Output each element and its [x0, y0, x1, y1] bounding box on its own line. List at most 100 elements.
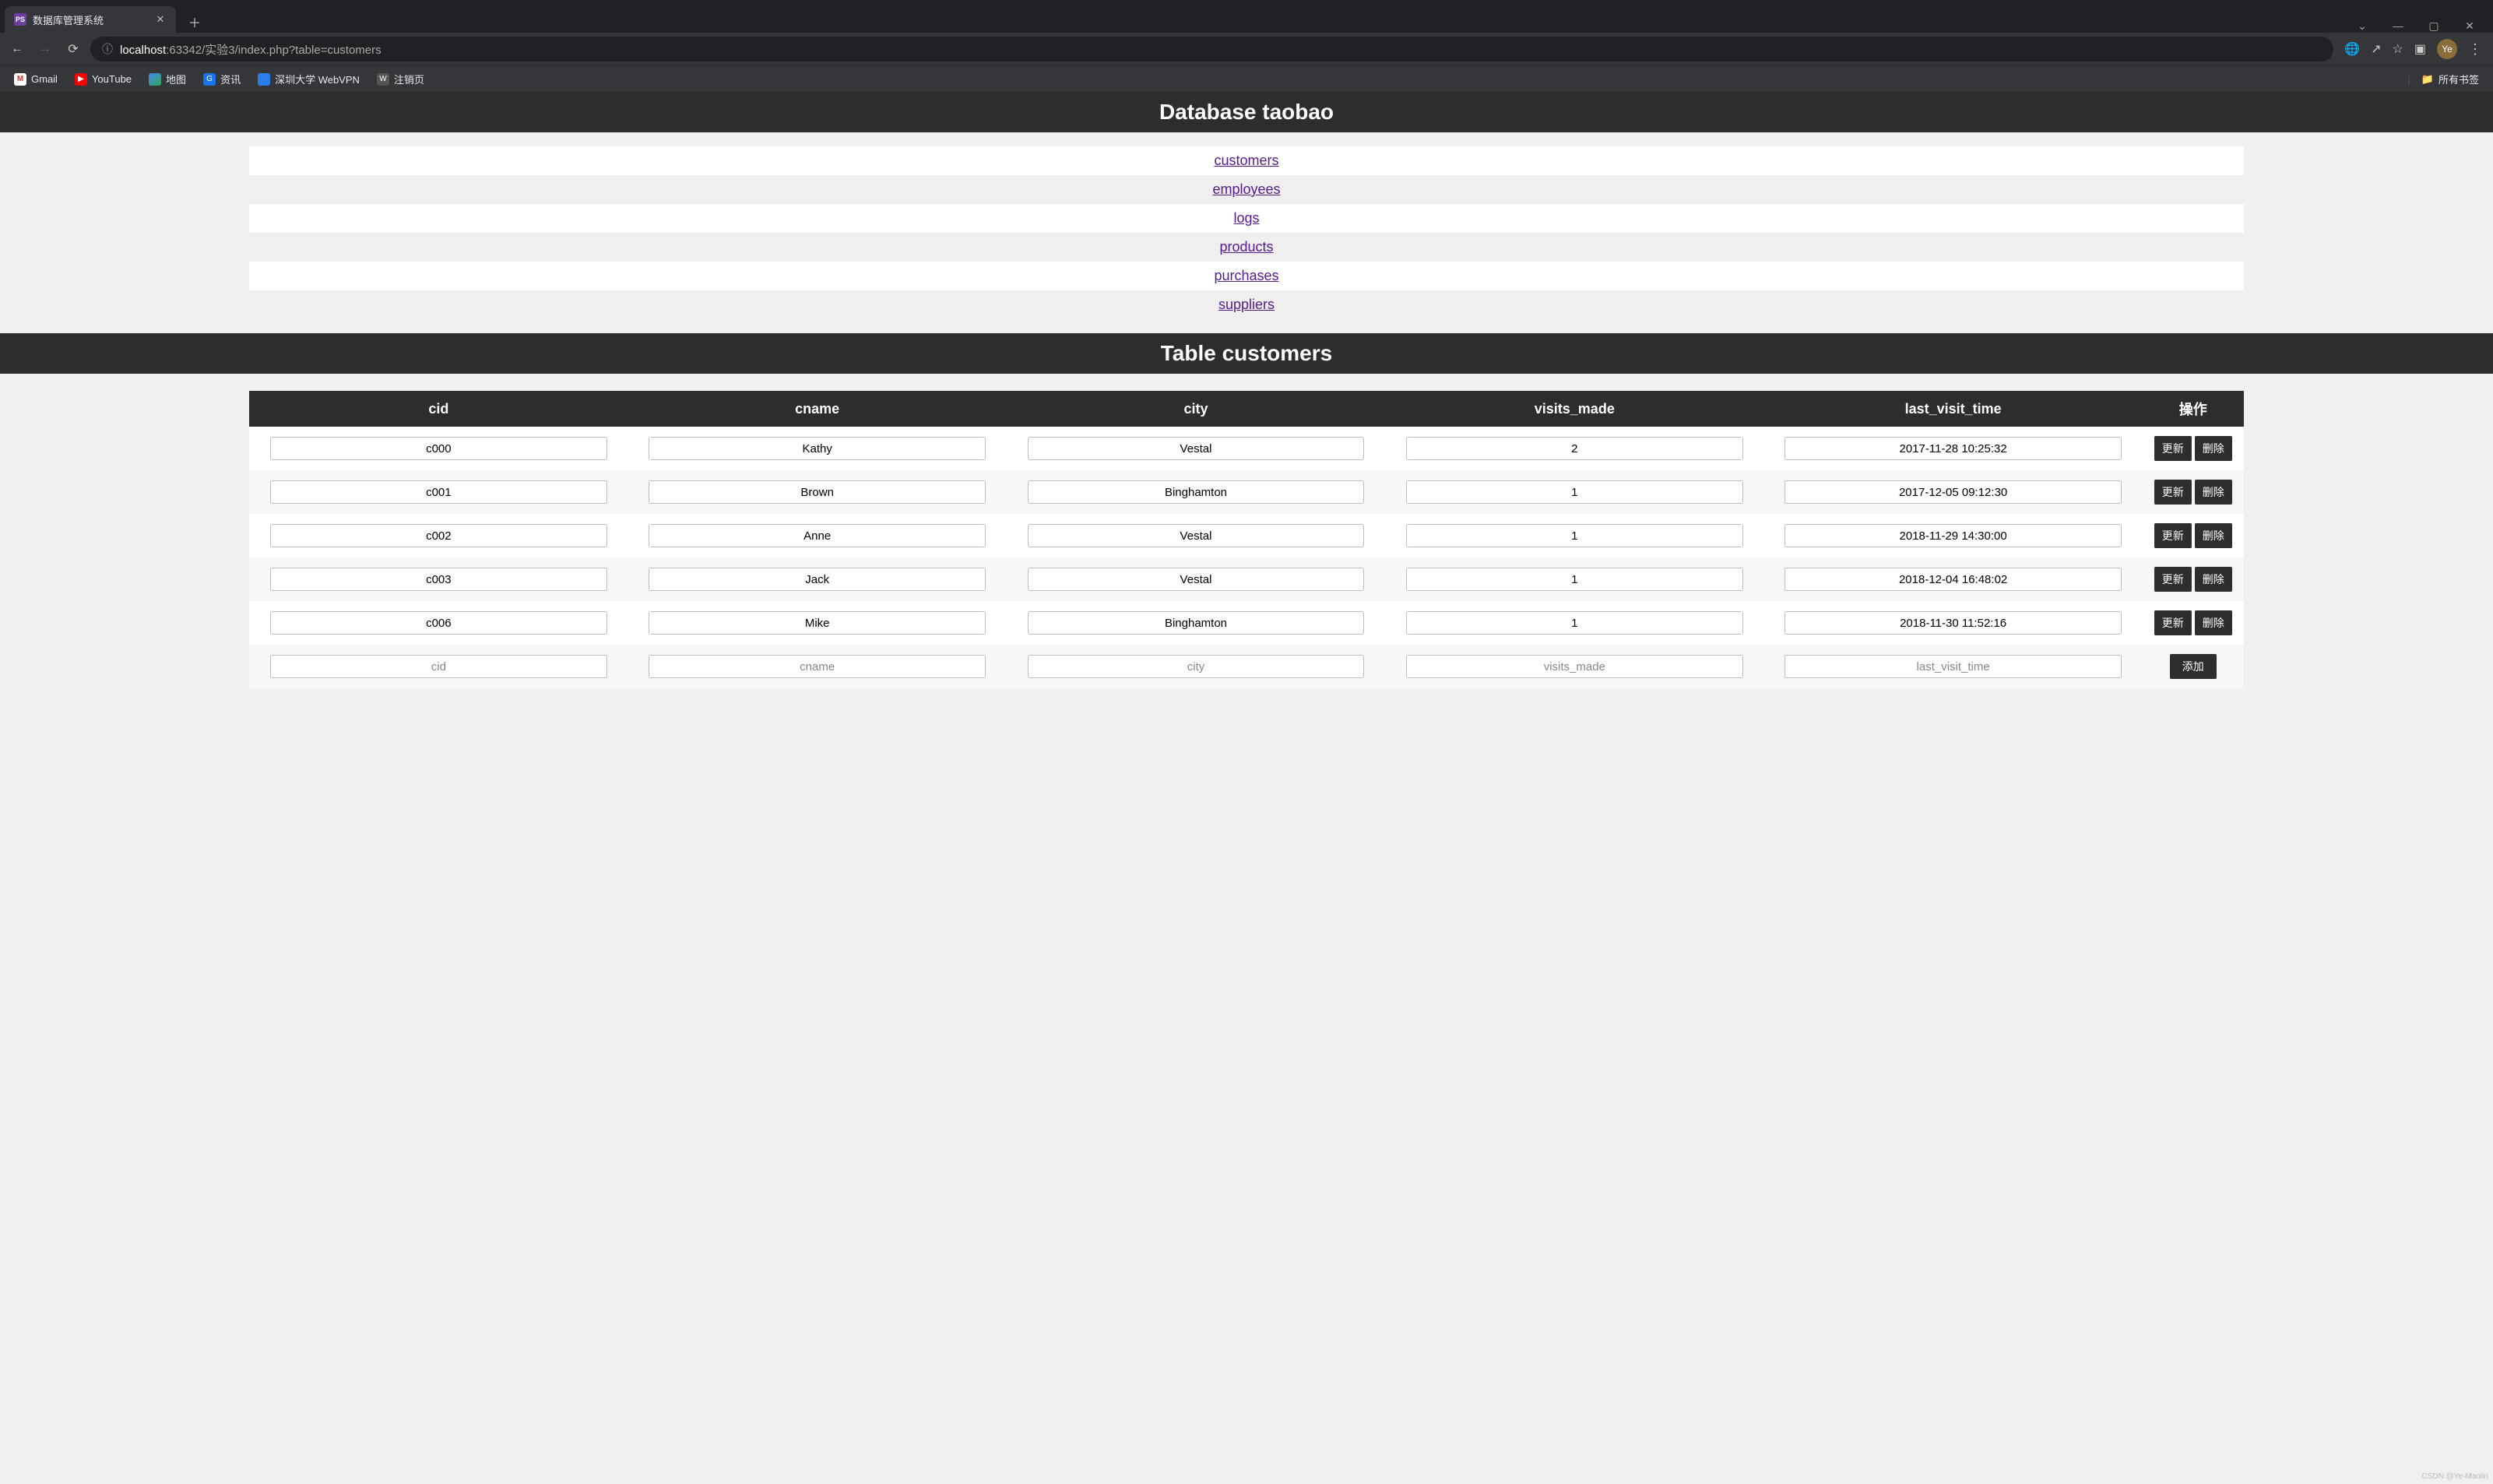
new-input-last_visit_time[interactable] — [1784, 655, 2122, 678]
table-link-row: customers — [249, 146, 2244, 175]
add-button[interactable]: 添加 — [2170, 654, 2217, 679]
bookmark-item[interactable]: W 注销页 — [371, 69, 431, 90]
column-header: last_visit_time — [1763, 391, 2142, 427]
bookmark-label: YouTube — [92, 73, 132, 85]
cell-input-city[interactable] — [1028, 437, 1365, 460]
window-close-button[interactable]: ✕ — [2459, 19, 2481, 33]
cell-input-last_visit_time[interactable] — [1784, 611, 2122, 635]
url-host: localhost — [120, 44, 166, 57]
folder-icon: 📁 — [2421, 73, 2434, 86]
update-button[interactable]: 更新 — [2154, 436, 2192, 461]
delete-button[interactable]: 删除 — [2195, 523, 2232, 548]
new-input-city[interactable] — [1028, 655, 1365, 678]
cell-input-cname[interactable] — [649, 480, 986, 504]
cell-input-city[interactable] — [1028, 568, 1365, 591]
window-maximize-button[interactable]: ▢ — [2423, 19, 2445, 33]
table-link[interactable]: customers — [1214, 153, 1278, 168]
chrome-menu-button[interactable]: ⋮ — [2468, 41, 2482, 58]
bookmark-label: 地图 — [166, 72, 186, 86]
bookmark-bar: MGmail▶YouTube地图G资讯深圳大学 WebVPNW注销页 | 📁 所… — [0, 65, 2493, 92]
cell-input-last_visit_time[interactable] — [1784, 524, 2122, 547]
cell-input-cname[interactable] — [649, 524, 986, 547]
update-button[interactable]: 更新 — [2154, 610, 2192, 635]
bookmark-item[interactable]: G资讯 — [197, 69, 247, 90]
browser-tab[interactable]: PS 数据库管理系统 ✕ — [5, 6, 176, 33]
address-bar[interactable]: ⓘ localhost:63342/实验3/index.php?table=cu… — [90, 37, 2333, 62]
table-link[interactable]: products — [1219, 239, 1273, 255]
bookmark-icon: W — [377, 73, 389, 86]
cell-input-visits_made[interactable] — [1406, 437, 1743, 460]
table-link-row: logs — [249, 204, 2244, 233]
nav-back-button[interactable]: ← — [6, 38, 28, 60]
new-input-cname[interactable] — [649, 655, 986, 678]
cell-input-city[interactable] — [1028, 611, 1365, 635]
new-input-visits_made[interactable] — [1406, 655, 1743, 678]
column-header: visits_made — [1385, 391, 1763, 427]
cell-input-cid[interactable] — [270, 480, 607, 504]
nav-reload-button[interactable]: ⟳ — [62, 38, 84, 60]
table-row: 更新删除 — [249, 557, 2244, 601]
db-heading: Database taobao — [0, 92, 2493, 132]
new-input-cid[interactable] — [270, 655, 607, 678]
window-dropdown-icon[interactable]: ⌄ — [2351, 19, 2373, 33]
delete-button[interactable]: 删除 — [2195, 480, 2232, 505]
window-minimize-button[interactable]: — — [2387, 19, 2409, 33]
bookmark-icon: G — [203, 73, 216, 86]
update-button[interactable]: 更新 — [2154, 480, 2192, 505]
delete-button[interactable]: 删除 — [2195, 567, 2232, 592]
update-button[interactable]: 更新 — [2154, 567, 2192, 592]
table-row: 更新删除 — [249, 601, 2244, 645]
cell-input-cname[interactable] — [649, 611, 986, 635]
share-icon[interactable]: ↗ — [2371, 41, 2381, 57]
table-link-row: suppliers — [249, 290, 2244, 319]
cell-input-cid[interactable] — [270, 524, 607, 547]
update-button[interactable]: 更新 — [2154, 523, 2192, 548]
bookmark-icon — [258, 73, 270, 86]
table-link-row: products — [249, 233, 2244, 262]
cell-input-last_visit_time[interactable] — [1784, 568, 2122, 591]
watermark: CSDN @Ye-Maolin — [2422, 1472, 2488, 1481]
table-link[interactable]: purchases — [1214, 268, 1278, 283]
bookmark-label: 注销页 — [394, 72, 424, 86]
cell-input-visits_made[interactable] — [1406, 480, 1743, 504]
cell-input-last_visit_time[interactable] — [1784, 437, 2122, 460]
delete-button[interactable]: 删除 — [2195, 436, 2232, 461]
cell-input-cid[interactable] — [270, 611, 607, 635]
cell-input-cname[interactable] — [649, 437, 986, 460]
bookmark-item[interactable]: 地图 — [142, 69, 192, 90]
bookmark-icon: M — [14, 73, 26, 86]
bookmark-item[interactable]: ▶ YouTube — [69, 69, 138, 90]
column-header: cid — [249, 391, 628, 427]
table-row: 更新删除 — [249, 514, 2244, 557]
bookmark-label: 深圳大学 WebVPN — [275, 72, 360, 86]
side-panel-icon[interactable]: ▣ — [2414, 41, 2426, 57]
cell-input-city[interactable] — [1028, 524, 1365, 547]
cell-input-last_visit_time[interactable] — [1784, 480, 2122, 504]
table-link-row: employees — [249, 175, 2244, 204]
cell-input-visits_made[interactable] — [1406, 524, 1743, 547]
site-info-icon[interactable]: ⓘ — [101, 41, 114, 57]
cell-input-visits_made[interactable] — [1406, 611, 1743, 635]
cell-input-cname[interactable] — [649, 568, 986, 591]
cell-input-visits_made[interactable] — [1406, 568, 1743, 591]
all-bookmarks-button[interactable]: 📁 所有书签 — [2415, 69, 2485, 90]
cell-input-city[interactable] — [1028, 480, 1365, 504]
bookmark-item[interactable]: MGmail — [8, 69, 64, 90]
column-header: cname — [628, 391, 1007, 427]
cell-input-cid[interactable] — [270, 568, 607, 591]
new-tab-button[interactable]: ＋ — [184, 11, 206, 33]
table-link[interactable]: employees — [1212, 181, 1280, 197]
bookmark-icon: ▶ — [75, 73, 87, 86]
translate-icon[interactable]: 🌐 — [2344, 41, 2360, 57]
table-link[interactable]: logs — [1233, 210, 1259, 226]
bookmark-item[interactable]: 深圳大学 WebVPN — [251, 69, 366, 90]
bookmark-star-icon[interactable]: ☆ — [2393, 41, 2403, 57]
all-bookmarks-label: 所有书签 — [2438, 72, 2479, 86]
table-link[interactable]: suppliers — [1218, 297, 1275, 312]
profile-avatar[interactable]: Ye — [2437, 39, 2457, 59]
close-tab-button[interactable]: ✕ — [154, 13, 167, 26]
delete-button[interactable]: 删除 — [2195, 610, 2232, 635]
column-header-ops: 操作 — [2143, 391, 2244, 427]
cell-input-cid[interactable] — [270, 437, 607, 460]
url-path: /实验3/index.php?table=customers — [202, 44, 382, 57]
